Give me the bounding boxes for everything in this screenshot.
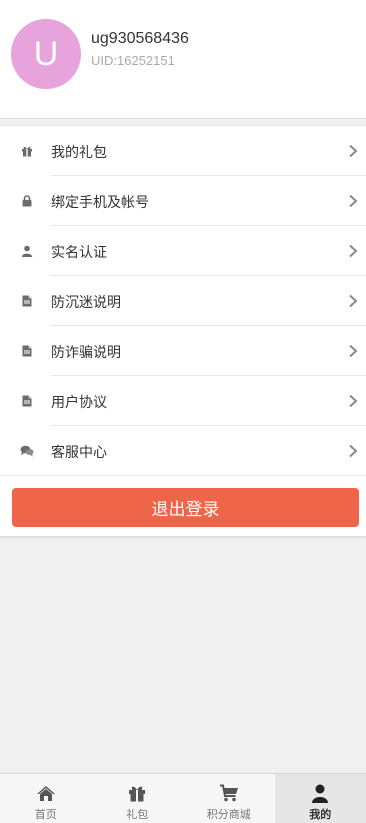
avatar[interactable]: U [11,19,81,89]
tab-home[interactable]: 首页 [0,774,92,823]
avatar-letter: U [33,34,59,73]
profile-header: U ug930568436 UID:16252151 [0,0,366,119]
document-icon [19,293,35,309]
user-icon [19,243,35,259]
tab-label: 礼包 [126,808,149,821]
chevron-right-icon [349,394,358,408]
username: ug930568436 [91,30,189,47]
document-icon [19,343,35,359]
user-icon [309,783,331,803]
divider [0,475,366,476]
menu-item-label: 防诈骗说明 [51,345,121,361]
lock-icon [19,193,35,209]
cart-icon [218,783,240,803]
gift-icon [126,783,148,803]
tab-label: 首页 [34,808,57,821]
menu-item-label: 实名认证 [51,245,107,261]
menu-item-my-gifts[interactable]: 我的礼包 [0,126,366,176]
document-icon [19,393,35,409]
tab-points-mall[interactable]: 积分商城 [183,774,275,823]
menu-item-real-name[interactable]: 实名认证 [0,226,366,276]
menu-item-label: 绑定手机及帐号 [51,195,149,211]
gift-icon [19,143,35,159]
menu-item-anti-addiction[interactable]: 防沉迷说明 [0,276,366,326]
menu-item-anti-fraud[interactable]: 防诈骗说明 [0,326,366,376]
user-id: UID:16252151 [91,53,175,68]
menu-item-bind-phone[interactable]: 绑定手机及帐号 [0,176,366,226]
menu-item-label: 防沉迷说明 [51,295,121,311]
tab-mine[interactable]: 我的 [274,774,366,823]
menu-item-label: 客服中心 [51,445,107,461]
menu-item-customer-service[interactable]: 客服中心 [0,426,366,476]
home-icon [35,783,57,803]
chevron-right-icon [349,444,358,458]
menu-item-label: 用户协议 [51,395,107,411]
menu-item-label: 我的礼包 [51,145,107,161]
menu-card: 我的礼包 绑定手机及帐号 实名认证 防沉迷说明 防诈骗说明 用户协议 客服中心 … [0,125,366,537]
chevron-right-icon [349,244,358,258]
bottom-tab-bar: 首页 礼包 积分商城 我的 [0,773,366,823]
menu-item-user-agreement[interactable]: 用户协议 [0,376,366,426]
chevron-right-icon [349,344,358,358]
tab-label: 我的 [309,808,332,821]
chevron-right-icon [349,194,358,208]
chevron-right-icon [349,294,358,308]
chevron-right-icon [349,144,358,158]
tab-gifts[interactable]: 礼包 [92,774,184,823]
chat-icon [19,443,35,459]
tab-label: 积分商城 [206,808,251,821]
logout-button[interactable]: 退出登录 [12,488,359,527]
